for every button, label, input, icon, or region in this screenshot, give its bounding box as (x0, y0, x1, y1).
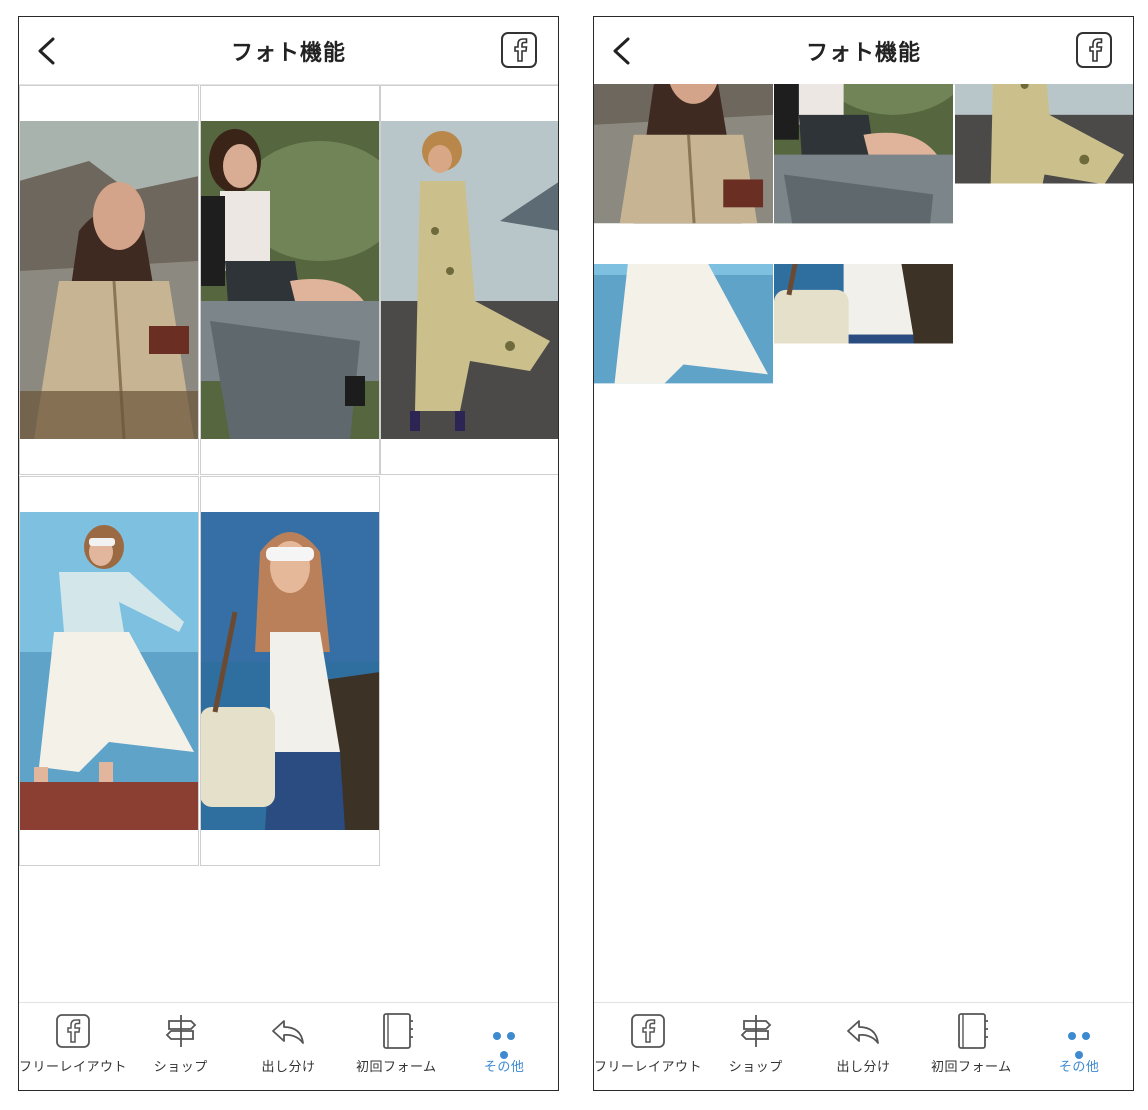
photo-tile-sunglasses-bag[interactable] (200, 476, 380, 866)
navigation-header: フォト機能 (594, 17, 1133, 85)
photo-floral-dress (955, 84, 1134, 263)
tab-label: フリーレイアウト (19, 1060, 128, 1075)
photo-bench-pose (201, 121, 379, 439)
photo-thumb-floral-dress[interactable] (955, 84, 1134, 263)
page-title: フォト機能 (805, 41, 921, 66)
photo-sunglasses-bag (201, 512, 379, 830)
tab-label: その他 (1058, 1060, 1100, 1075)
page-title: フォト機能 (230, 41, 346, 66)
phone-screen-tiles: フォト機能 フリーレイアウト ショップ 出し分け 初回フォーム その他 (18, 16, 559, 1091)
phone-screen-squares: フォト機能 フリーレイアウト ショップ 出し分け 初回フォーム その他 (593, 16, 1134, 1091)
photo-sunglasses-bag (774, 264, 953, 443)
signpost-icon (165, 1015, 196, 1047)
reply-arrow-icon (272, 1020, 305, 1044)
reply-arrow-icon (847, 1020, 880, 1044)
notebook-icon (383, 1013, 414, 1049)
tab-more[interactable]: その他 (1025, 1003, 1133, 1090)
tab-label: フリーレイアウト (594, 1060, 703, 1075)
tab-first-form[interactable]: 初回フォーム (342, 1003, 450, 1090)
photo-bench-pose (774, 84, 953, 263)
photo-thumb-white-skirt[interactable] (594, 264, 773, 443)
facebook-share-icon[interactable] (1075, 31, 1113, 69)
photo-trench-coat (594, 84, 773, 263)
bottom-tab-bar: フリーレイアウト ショップ 出し分け 初回フォーム その他 (594, 1002, 1133, 1090)
photo-tile-bench-pose[interactable] (200, 85, 380, 475)
notebook-icon (958, 1013, 989, 1049)
facebook-icon (630, 1014, 665, 1048)
tab-label: ショップ (153, 1060, 208, 1075)
photo-thumb-trench-coat[interactable] (594, 84, 773, 263)
photo-tile-floral-dress[interactable] (380, 85, 559, 475)
tab-label: 出し分け (836, 1060, 891, 1075)
navigation-header: フォト機能 (19, 17, 558, 85)
more-dots-icon (1059, 1025, 1099, 1059)
tab-label: ショップ (728, 1060, 783, 1075)
tab-shop[interactable]: ショップ (702, 1003, 810, 1090)
tab-free-layout[interactable]: フリーレイアウト (594, 1003, 702, 1090)
photo-thumb-bench-pose[interactable] (774, 84, 953, 263)
facebook-share-icon[interactable] (500, 31, 538, 69)
photo-thumb-sunglasses-bag[interactable] (774, 264, 953, 443)
photo-trench-coat (20, 121, 198, 439)
tab-label: 初回フォーム (930, 1060, 1012, 1075)
more-dots-icon (484, 1025, 524, 1059)
tab-shop[interactable]: ショップ (127, 1003, 235, 1090)
photo-tile-trench-coat[interactable] (19, 85, 199, 475)
signpost-icon (740, 1015, 771, 1047)
photo-white-skirt (20, 512, 198, 830)
bottom-tab-bar: フリーレイアウト ショップ 出し分け 初回フォーム その他 (19, 1002, 558, 1090)
tab-segment[interactable]: 出し分け (810, 1003, 918, 1090)
tab-more[interactable]: その他 (450, 1003, 558, 1090)
photo-floral-dress (381, 121, 559, 439)
tab-segment[interactable]: 出し分け (235, 1003, 343, 1090)
photo-white-skirt (594, 264, 773, 443)
tab-label: 出し分け (261, 1060, 316, 1075)
tab-label: その他 (483, 1060, 525, 1075)
tab-label: 初回フォーム (355, 1060, 437, 1075)
photo-tile-white-skirt[interactable] (19, 476, 199, 866)
facebook-icon (55, 1014, 90, 1048)
tab-free-layout[interactable]: フリーレイアウト (19, 1003, 127, 1090)
tab-first-form[interactable]: 初回フォーム (917, 1003, 1025, 1090)
